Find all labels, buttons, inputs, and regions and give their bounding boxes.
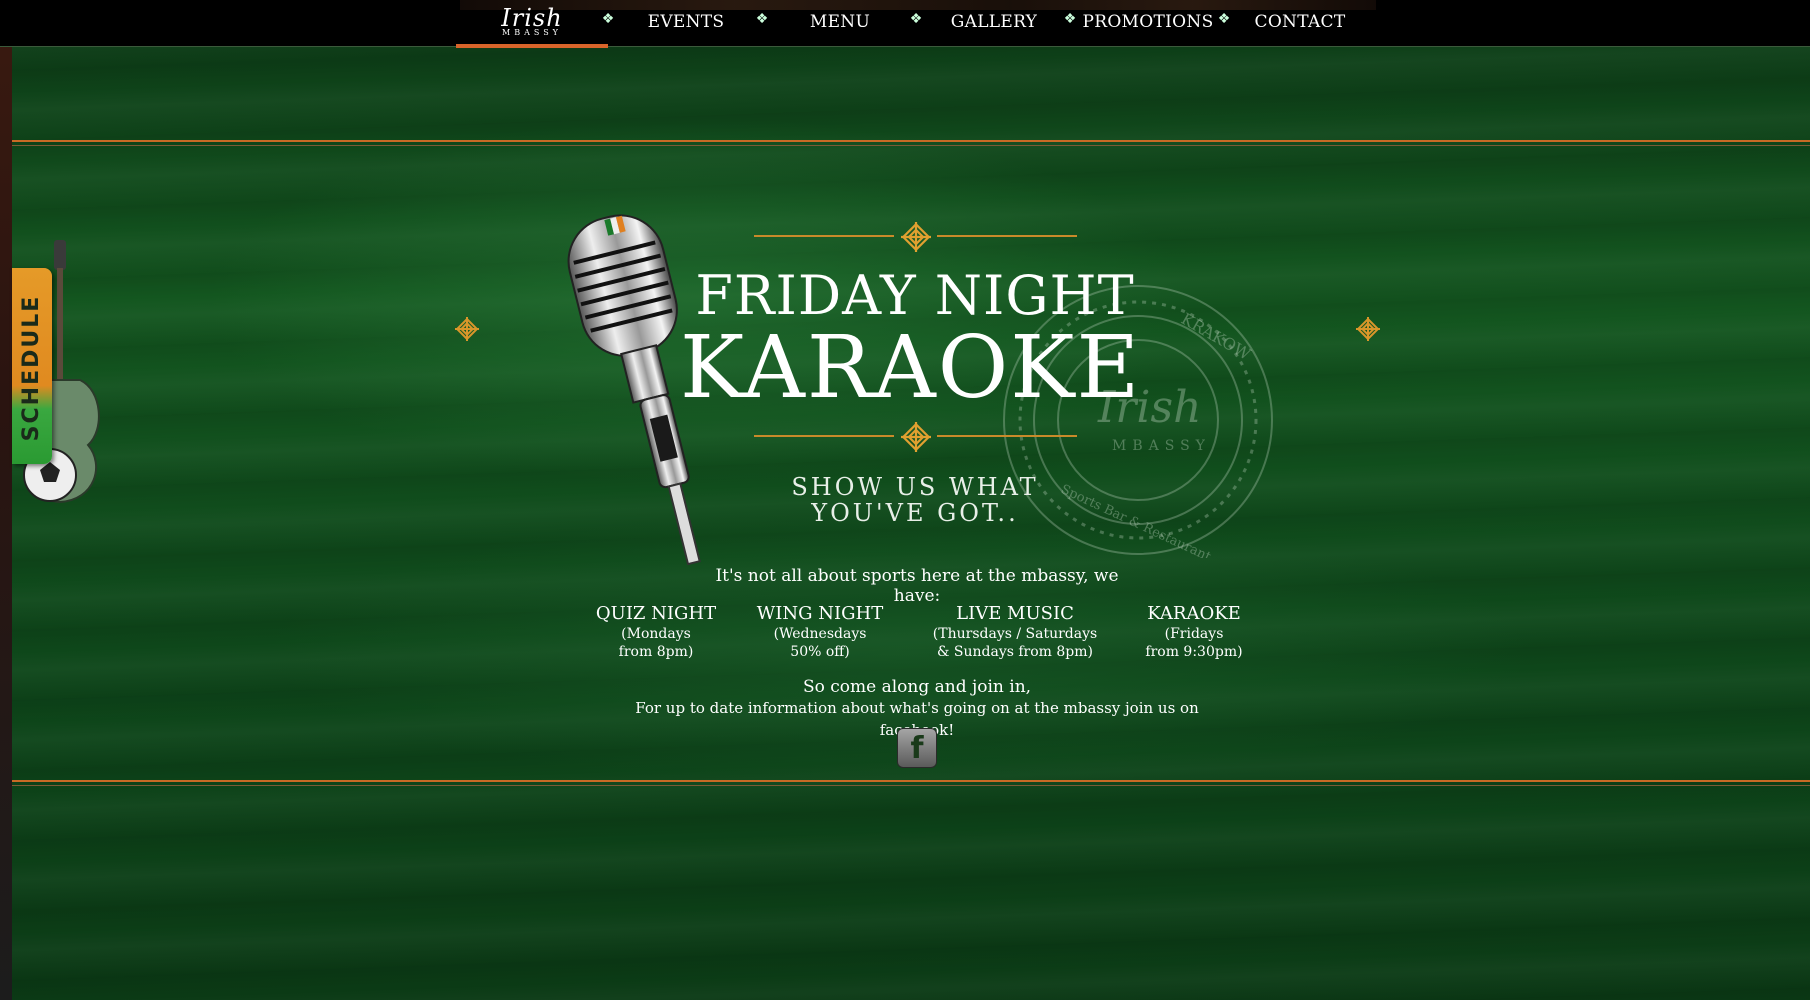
- top-divider-line: [12, 140, 1810, 142]
- nav-item-label: EVENTS: [647, 12, 725, 32]
- event-karaoke: KARAOKE (Fridays from 9:30pm): [1124, 603, 1264, 661]
- event-details: (Mondays from 8pm): [618, 626, 694, 660]
- title-ornament-line: [937, 235, 1077, 237]
- nav-item-label: CONTACT: [1254, 12, 1346, 32]
- logo-subtext: MBASSY: [502, 28, 562, 37]
- top-divider-line-thin: [12, 145, 1810, 146]
- event-details: (Wednesdays 50% off): [773, 626, 867, 660]
- nav-separator-icon: ❖: [909, 11, 923, 27]
- title-ornament-line: [754, 235, 894, 237]
- title-ornament-line: [937, 435, 1077, 437]
- facebook-icon[interactable]: f: [897, 728, 937, 768]
- nav-item-gallery[interactable]: GALLERY: [944, 0, 1044, 44]
- hero-tagline: SHOW US WHAT YOU'VE GOT..: [791, 473, 1039, 527]
- event-name: QUIZ NIGHT: [595, 603, 717, 624]
- event-name: WING NIGHT: [756, 603, 884, 624]
- top-navigation-bar: Irish MBASSY ❖ EVENTS ❖ MENU ❖ GALLERY ❖…: [0, 0, 1810, 48]
- event-name: LIVE MUSIC: [956, 603, 1074, 624]
- celtic-knot-icon: [901, 222, 931, 252]
- nav-item-contact[interactable]: CONTACT: [1250, 0, 1350, 44]
- event-wing-night: WING NIGHT (Wednesdays 50% off): [750, 603, 890, 661]
- event-details: (Thursdays / Saturdays & Sundays from 8p…: [932, 626, 1098, 660]
- event-details: (Fridays from 9:30pm): [1145, 626, 1243, 660]
- outro-text: So come along and join in,: [802, 677, 1032, 697]
- hero-title-line2: KARAOKE: [680, 318, 1142, 418]
- event-quiz-night: QUIZ NIGHT (Mondays from 8pm): [586, 603, 726, 661]
- celtic-knot-icon: [901, 422, 931, 452]
- nav-item-label: GALLERY: [950, 12, 1038, 32]
- nav-item-menu[interactable]: MENU: [790, 0, 890, 44]
- bottom-divider-line-thin: [12, 785, 1810, 786]
- nav-separator-icon: ❖: [1217, 11, 1231, 27]
- nav-separator-icon: ❖: [1063, 11, 1077, 27]
- logo-text: Irish: [501, 4, 563, 32]
- event-live-music: LIVE MUSIC (Thursdays / Saturdays & Sund…: [925, 603, 1105, 661]
- nav-item-label: MENU: [809, 12, 871, 32]
- logo-home-link[interactable]: Irish MBASSY: [456, 0, 608, 48]
- celtic-knot-icon: [455, 317, 479, 341]
- schedule-tab[interactable]: SCHEDULE: [12, 268, 52, 464]
- title-ornament-line: [754, 435, 894, 437]
- nav-separator-icon: ❖: [601, 11, 615, 27]
- nav-item-events[interactable]: EVENTS: [636, 0, 736, 44]
- bottom-divider-line: [12, 780, 1810, 782]
- schedule-tab-label: SCHEDULE: [19, 294, 44, 442]
- nav-separator-icon: ❖: [755, 11, 769, 27]
- celtic-knot-icon: [1356, 317, 1380, 341]
- event-name: KARAOKE: [1147, 603, 1241, 624]
- intro-text: It's not all about sports here at the mb…: [715, 566, 1119, 606]
- nav-item-label: PROMOTIONS: [1082, 12, 1214, 32]
- nav-item-promotions[interactable]: PROMOTIONS: [1082, 0, 1213, 44]
- seal-center-subtext: MBASSY: [1112, 438, 1211, 454]
- seal-bottom-text: Sports Bar & Restaurant: [1058, 482, 1213, 558]
